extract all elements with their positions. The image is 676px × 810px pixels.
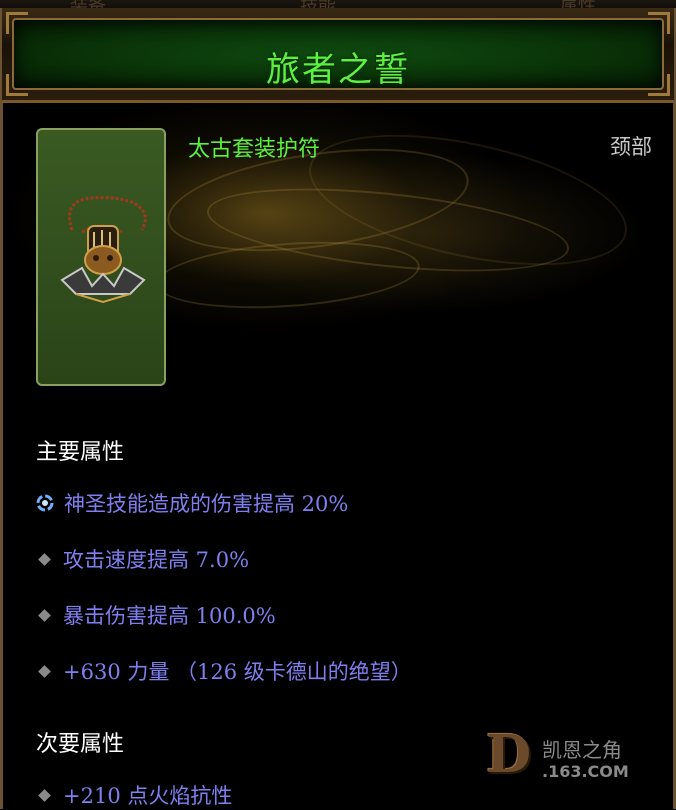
frame-corner-ornament (648, 74, 670, 96)
stat-text: 神圣技能造成的伤害提高 20% (64, 492, 349, 516)
stat-text: 暴击伤害提高 100.0% (63, 604, 276, 628)
stat-text: +630 力量 （126 级卡德山的绝望） (63, 660, 412, 684)
item-name: 旅者之誓 (266, 50, 410, 90)
primary-stat-row: +630 力量 （126 级卡德山的绝望） (36, 656, 412, 686)
item-slot-label: 颈部 (610, 135, 652, 159)
secondary-attributes-heading: 次要属性 (36, 732, 125, 757)
frame-corner-ornament (6, 12, 28, 34)
bullet-icon (38, 552, 51, 566)
frame-corner-ornament (648, 12, 670, 34)
stat-text: 攻击速度提高 7.0% (63, 548, 250, 572)
title-banner: 旅者之誓 (12, 18, 664, 90)
item-type-label: 太古套装护符 (188, 137, 321, 162)
stat-text: +210 点火焰抗性 (63, 784, 233, 808)
bullet-icon (38, 664, 51, 678)
primary-stat-row: 神圣技能造成的伤害提高 20% (36, 488, 348, 518)
frame-corner-ornament (6, 74, 28, 96)
amulet-icon (60, 196, 147, 304)
primary-attributes-heading: 主要属性 (36, 440, 125, 465)
bullet-icon (38, 608, 51, 622)
item-icon-slot[interactable] (36, 128, 166, 386)
secondary-stat-row: +210 点火焰抗性 (36, 780, 232, 810)
bullet-icon (38, 788, 51, 802)
watermark-site: .163.COM (542, 762, 629, 781)
watermark-logo: D (486, 724, 532, 785)
watermark-name: 凯恩之角 (542, 738, 622, 762)
tooltip-header: 旅者之誓 (2, 8, 674, 103)
smoke-swirl (154, 233, 422, 317)
primary-stat-row: 攻击速度提高 7.0% (36, 544, 249, 574)
site-watermark: D 凯恩之角 .163.COM (486, 712, 656, 792)
holy-skill-icon (36, 494, 54, 512)
primary-stat-row: 暴击伤害提高 100.0% (36, 600, 276, 630)
